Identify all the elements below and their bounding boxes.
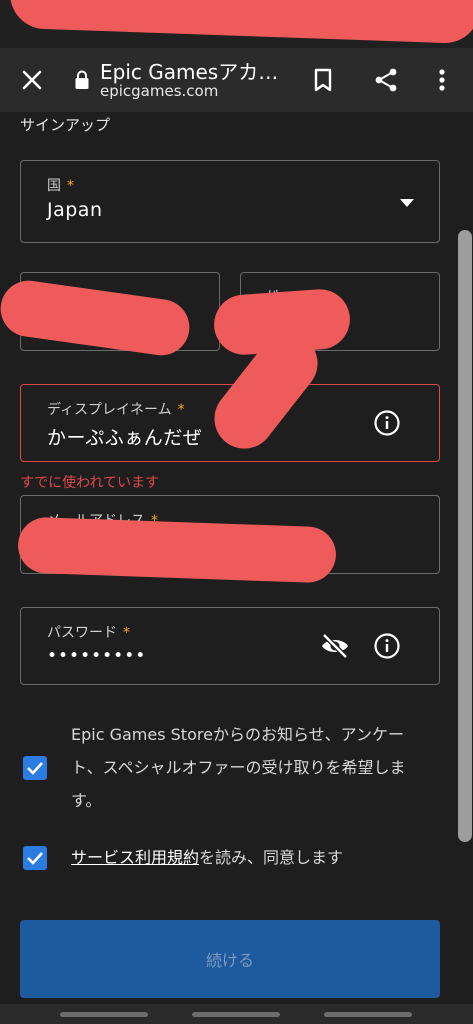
check-icon [27,762,43,775]
nav-handle[interactable] [324,1012,412,1017]
page-domain[interactable]: epicgames.com [100,82,218,100]
redaction-mark [17,516,337,584]
password-field[interactable]: パスワード * ••••••••• [20,607,440,685]
info-icon[interactable] [373,409,401,437]
close-icon[interactable] [12,60,52,100]
browser-toolbar: Epic Gamesアカ… epicgames.com [0,48,473,112]
share-icon[interactable] [366,60,406,100]
country-value: Japan [47,199,103,221]
info-icon[interactable] [373,632,401,660]
country-select[interactable]: 国 * Japan [20,160,440,243]
chevron-down-icon[interactable] [395,193,419,213]
continue-button[interactable]: 続ける [20,920,440,998]
country-label: 国 * [47,178,74,194]
marketing-consent-text: Epic Games Storeからのお知らせ、アンケート、スペシャルオファーの… [71,725,406,810]
check-icon [27,852,43,865]
password-value: ••••••••• [47,646,147,666]
more-menu-icon[interactable] [422,60,462,100]
nav-handle[interactable] [192,1012,280,1017]
marketing-checkbox[interactable] [23,756,47,780]
tos-link[interactable]: サービス利用規約 [71,848,199,867]
bookmark-icon[interactable] [303,60,343,100]
display-name-label: ディスプレイネーム * [47,402,185,418]
nav-handle[interactable] [60,1012,148,1017]
tos-suffix: を読み、同意します [199,848,344,867]
tos-checkbox[interactable] [23,846,47,870]
eye-off-icon[interactable] [319,632,351,660]
system-nav-bar [0,1004,473,1024]
lock-icon [74,70,90,90]
redaction-mark [8,0,473,45]
scrollbar-thumb[interactable] [458,230,472,842]
display-name-error: すでに使われています [20,475,160,491]
tos-consent-text: サービス利用規約を読み、同意します [71,841,441,874]
display-name-value: かーぷふぁんだぜ [47,427,203,449]
status-bar [0,0,473,48]
password-label: パスワード * [47,625,130,641]
signup-heading: サインアップ [20,116,111,134]
page-title[interactable]: Epic Gamesアカ… [100,56,278,85]
